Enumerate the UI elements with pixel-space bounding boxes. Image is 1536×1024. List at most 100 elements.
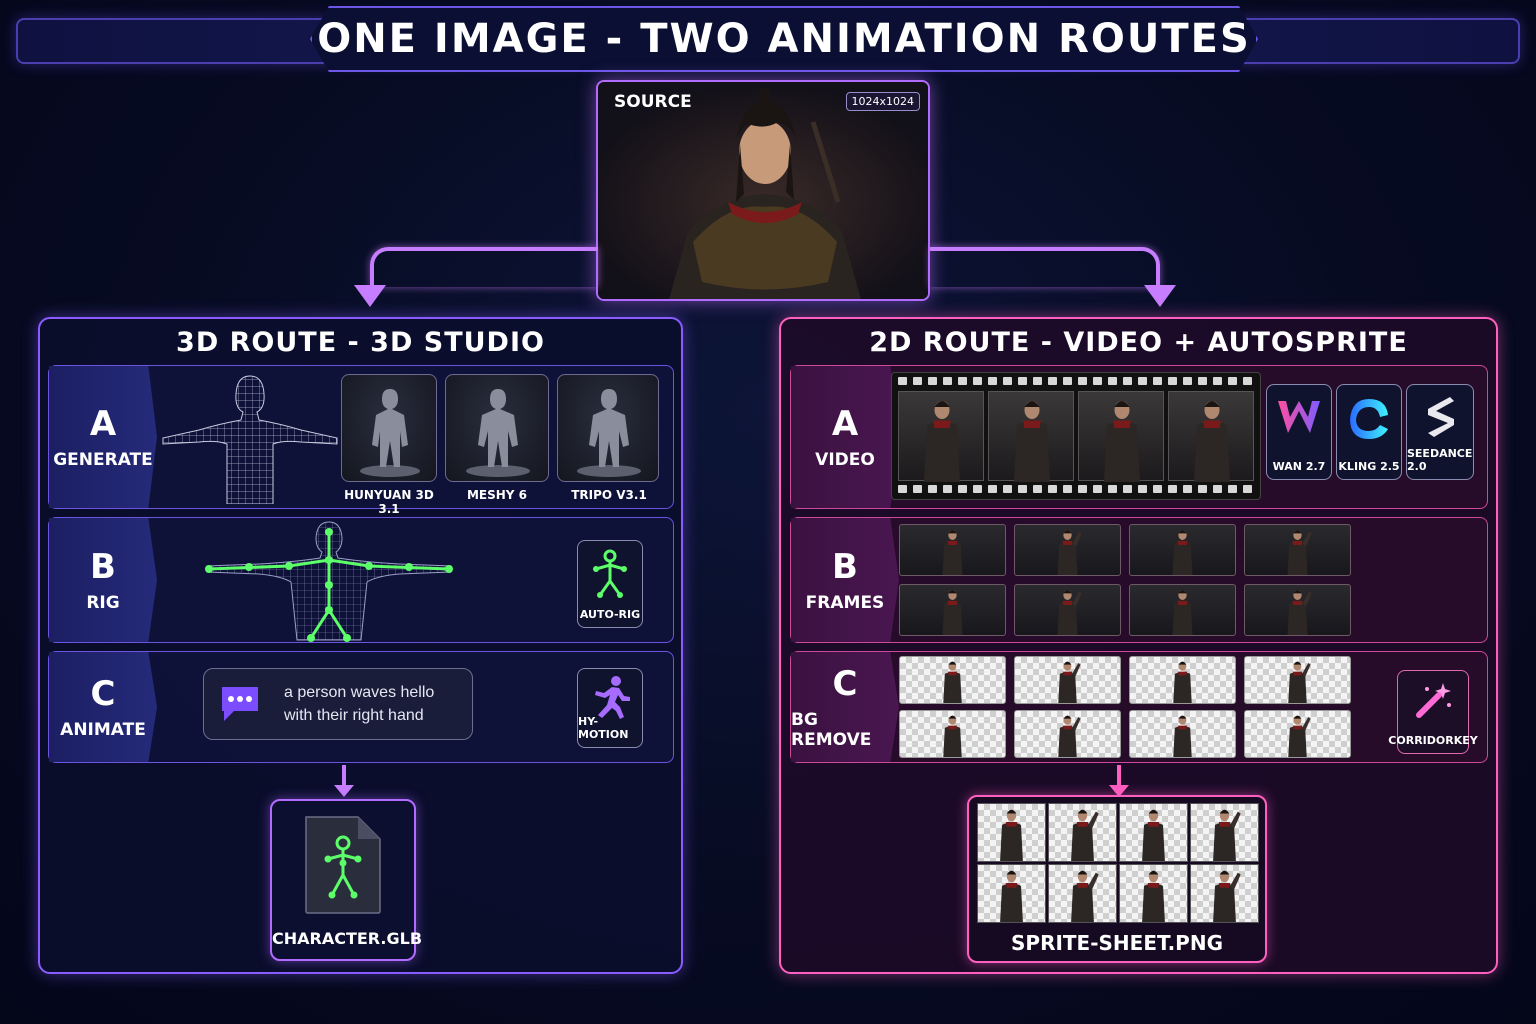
model-label: SEEDANCE 2.0 xyxy=(1407,447,1473,473)
armored-figure-icon xyxy=(466,389,530,477)
sprite-sheet-output-card[interactable]: SPRITE-SHEET.PNG xyxy=(967,795,1267,963)
step-letter: B xyxy=(90,547,116,587)
glb-output-card[interactable]: CHARACTER.GLB xyxy=(270,799,423,961)
step-letter: C xyxy=(90,674,116,714)
step-rig-row: B RIG AUTO-RIG xyxy=(48,517,674,643)
warrior-sprite xyxy=(943,661,962,703)
warrior-sprite xyxy=(1104,401,1140,482)
step-badge: B RIG xyxy=(49,518,157,642)
warrior-sprite xyxy=(1213,809,1241,861)
transparent-frame xyxy=(899,710,1006,758)
warrior-sprite xyxy=(1172,530,1193,575)
step-label: ANIMATE xyxy=(60,720,146,740)
sprite-cell xyxy=(977,864,1046,923)
warrior-sprite xyxy=(1173,715,1192,757)
step-badge: A GENERATE xyxy=(49,366,157,508)
extracted-frame xyxy=(899,524,1006,576)
sprocket-hole xyxy=(1198,377,1207,385)
step-label: GENERATE xyxy=(53,450,153,470)
sprite-sheet-grid xyxy=(977,803,1259,925)
arrow-down-icon xyxy=(1109,765,1129,797)
sprocket-hole xyxy=(1123,377,1132,385)
video-frame xyxy=(988,391,1074,482)
sprite-cell xyxy=(1190,864,1259,923)
rigged-mesh-icon xyxy=(205,521,453,642)
model-label: KLING 2.5 xyxy=(1338,460,1400,473)
extracted-frame xyxy=(1244,524,1351,576)
video-frame xyxy=(898,391,984,482)
extracted-frame xyxy=(1244,584,1351,636)
arrow-down-icon xyxy=(354,285,386,307)
magic-wand-icon xyxy=(1416,683,1451,718)
transparent-frame xyxy=(1244,656,1351,704)
model-thumb-meshy xyxy=(445,374,549,482)
sprocket-hole xyxy=(1168,377,1177,385)
chat-bubble-icon xyxy=(222,687,258,721)
step-animate-row: C ANIMATE a person waves hello with thei… xyxy=(48,651,674,763)
film-sprockets xyxy=(898,485,1254,495)
kling-model[interactable]: KLING 2.5 xyxy=(1336,384,1402,480)
film-frames xyxy=(898,391,1254,482)
seedance-model[interactable]: SEEDANCE 2.0 xyxy=(1406,384,1474,480)
route-2d-title: 2D ROUTE - VIDEO + AUTOSPRITE xyxy=(869,327,1408,358)
output-filename: SPRITE-SHEET.PNG xyxy=(1011,931,1223,955)
warrior-sprite xyxy=(1058,661,1081,703)
warrior-sprite xyxy=(1142,870,1165,922)
prompt-bubble[interactable]: a person waves hello with their right ha… xyxy=(203,668,473,740)
step-letter: A xyxy=(89,404,117,444)
warrior-sprite xyxy=(1000,870,1023,922)
sprocket-hole xyxy=(1033,485,1042,493)
warrior-sprite xyxy=(1142,809,1165,861)
extracted-frame xyxy=(1014,584,1121,636)
hy-motion-tool[interactable]: HY-MOTION xyxy=(577,668,643,748)
sprocket-hole xyxy=(1048,485,1057,493)
warrior-sprite xyxy=(1287,530,1312,575)
warrior-sprite xyxy=(1288,661,1311,703)
transparent-frame xyxy=(1014,656,1121,704)
extracted-frame xyxy=(1014,524,1121,576)
model-label: WAN 2.7 xyxy=(1272,460,1326,473)
sprocket-hole xyxy=(1033,377,1042,385)
sprocket-hole xyxy=(1183,377,1192,385)
prompt-text: a person waves hello with their right ha… xyxy=(284,684,435,724)
sprocket-hole xyxy=(1213,377,1222,385)
step-letter: B xyxy=(832,547,858,587)
wan-model[interactable]: WAN 2.7 xyxy=(1266,384,1332,480)
sprocket-hole xyxy=(1168,485,1177,493)
warrior-sprite xyxy=(1194,401,1230,482)
tool-label: AUTO-RIG xyxy=(579,608,641,621)
sprocket-hole xyxy=(1138,485,1147,493)
step-video-row: A VIDEO WAN 2.7 KLING 2.5 SEEDANCE 2.0 xyxy=(790,365,1488,509)
warrior-sprite xyxy=(1057,530,1082,575)
transparent-frame xyxy=(1129,710,1236,758)
sprocket-hole xyxy=(1003,377,1012,385)
title-banner: ONE IMAGE - TWO ANIMATION ROUTES xyxy=(310,6,1258,72)
film-sprockets xyxy=(898,377,1254,387)
sprocket-hole xyxy=(928,485,937,493)
corridorkey-tool[interactable]: CORRIDORKEY xyxy=(1388,670,1478,754)
sprocket-hole xyxy=(1243,377,1252,385)
sprocket-hole xyxy=(913,485,922,493)
sprocket-hole xyxy=(1183,485,1192,493)
sprocket-hole xyxy=(1048,377,1057,385)
warrior-sprite xyxy=(943,715,962,757)
auto-rig-tool[interactable]: AUTO-RIG xyxy=(577,540,643,628)
warrior-sprite xyxy=(942,530,963,575)
output-filename: CHARACTER.GLB xyxy=(272,929,423,948)
step-label: RIG xyxy=(86,593,120,613)
model-caption: TRIPO V3.1 xyxy=(571,488,647,502)
page-title: ONE IMAGE - TWO ANIMATION ROUTES xyxy=(317,16,1251,62)
step-badge: A VIDEO xyxy=(791,366,899,508)
sprocket-hole xyxy=(973,377,982,385)
model-caption: MESHY 6 xyxy=(466,488,528,502)
step-label: FRAMES xyxy=(805,593,885,613)
step-badge: B FRAMES xyxy=(791,518,899,642)
wan-logo-icon xyxy=(1278,401,1320,433)
sprocket-hole xyxy=(1123,485,1132,493)
sprocket-hole xyxy=(988,485,997,493)
step-frames-row: B FRAMES xyxy=(790,517,1488,643)
video-frame xyxy=(1078,391,1164,482)
sprocket-hole xyxy=(1213,485,1222,493)
sprocket-hole xyxy=(1228,485,1237,493)
cutout-grid xyxy=(899,656,1359,762)
